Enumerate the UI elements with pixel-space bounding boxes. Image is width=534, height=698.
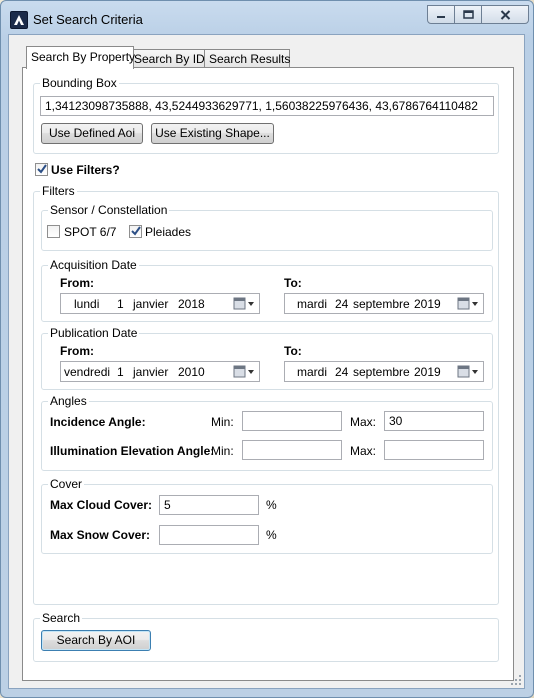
calendar-dropdown-icon[interactable] (233, 297, 255, 311)
use-existing-shape-button[interactable]: Use Existing Shape... (151, 123, 274, 144)
incidence-min-label: Min: (211, 415, 234, 429)
use-defined-aoi-button[interactable]: Use Defined Aoi (41, 123, 143, 144)
illumination-min-label: Min: (211, 444, 234, 458)
maximize-button[interactable] (454, 5, 482, 24)
snow-percent-label: % (266, 528, 277, 542)
minimize-button[interactable] (427, 5, 455, 24)
calendar-dropdown-icon[interactable] (233, 365, 255, 379)
date-day: 1 (117, 365, 124, 379)
close-button[interactable] (481, 5, 529, 24)
date-month: septembre (353, 365, 410, 379)
date-day: 1 (117, 297, 124, 311)
filters-label: Filters (40, 184, 77, 198)
date-year: 2019 (414, 365, 441, 379)
date-day: 24 (335, 365, 349, 379)
spot-label: SPOT 6/7 (64, 225, 117, 239)
cover-group: Cover (41, 477, 493, 554)
date-weekday: mardi (297, 297, 328, 311)
publication-to-date-picker[interactable]: mardi 24 septembre 2019 (284, 361, 484, 382)
publication-to-label: To: (284, 344, 302, 358)
bounding-box-input[interactable]: 1,34123098735888, 43,5244933629771, 1,56… (40, 96, 494, 116)
date-day: 24 (335, 297, 349, 311)
incidence-min-input[interactable] (242, 411, 342, 431)
checkmark-icon (37, 164, 47, 174)
checkmark-icon (131, 226, 141, 236)
max-cloud-cover-input[interactable]: 5 (159, 495, 259, 515)
sensor-constellation-label: Sensor / Constellation (48, 203, 170, 217)
max-cloud-cover-label: Max Cloud Cover: (50, 498, 153, 512)
app-logo-icon (10, 11, 28, 29)
illumination-max-input[interactable] (384, 440, 484, 460)
tab-page-search-by-property: Bounding Box 1,34123098735888, 43,524493… (22, 67, 514, 681)
date-weekday: mardi (297, 365, 328, 379)
acquisition-to-label: To: (284, 276, 302, 290)
max-snow-cover-label: Max Snow Cover: (50, 528, 151, 542)
date-month: janvier (133, 297, 169, 311)
use-filters-checkbox[interactable] (35, 163, 48, 176)
publication-date-label: Publication Date (48, 326, 140, 340)
date-year: 2018 (178, 297, 205, 311)
search-label: Search (40, 611, 83, 625)
tab-search-results[interactable]: Search Results (204, 49, 290, 68)
acquisition-from-label: From: (60, 276, 94, 290)
acquisition-date-label: Acquisition Date (48, 258, 139, 272)
spot-checkbox[interactable] (47, 225, 60, 238)
search-by-aoi-button[interactable]: Search By AOI (41, 630, 151, 651)
illumination-angle-label: Illumination Elevation Angle: (50, 444, 215, 458)
publication-from-label: From: (60, 344, 94, 358)
tab-search-by-id[interactable]: Search By ID (129, 49, 210, 68)
bounding-box-label: Bounding Box (40, 76, 119, 90)
pleiades-label: Pleiades (145, 225, 192, 239)
calendar-dropdown-icon[interactable] (457, 297, 479, 311)
angles-label: Angles (48, 394, 89, 408)
date-month: septembre (353, 297, 410, 311)
acquisition-from-date-picker[interactable]: lundi 1 janvier 2018 (60, 293, 260, 314)
max-snow-cover-input[interactable] (159, 525, 259, 545)
incidence-max-label: Max: (350, 415, 377, 429)
date-year: 2019 (414, 297, 441, 311)
use-filters-label: Use Filters? (51, 163, 120, 177)
close-icon (500, 9, 510, 20)
cover-label: Cover (48, 477, 85, 491)
resize-grip-icon[interactable] (510, 674, 522, 686)
incidence-max-input[interactable]: 30 (384, 411, 484, 431)
date-month: janvier (133, 365, 169, 379)
acquisition-to-date-picker[interactable]: mardi 24 septembre 2019 (284, 293, 484, 314)
title-bar[interactable]: Set Search Criteria (1, 1, 533, 35)
pleiades-checkbox[interactable] (129, 225, 142, 238)
date-year: 2010 (178, 365, 205, 379)
cloud-percent-label: % (266, 498, 277, 512)
publication-from-date-picker[interactable]: vendredi 1 janvier 2010 (60, 361, 260, 382)
date-weekday: vendredi (64, 365, 111, 379)
illumination-max-label: Max: (350, 444, 377, 458)
minimize-icon (437, 15, 445, 18)
incidence-angle-label: Incidence Angle: (50, 415, 146, 429)
date-weekday: lundi (74, 297, 100, 311)
illumination-min-input[interactable] (242, 440, 342, 460)
maximize-icon (462, 10, 474, 19)
tab-search-by-property[interactable]: Search By Property (26, 46, 135, 69)
calendar-dropdown-icon[interactable] (457, 365, 479, 379)
window-title: Set Search Criteria (33, 12, 143, 27)
